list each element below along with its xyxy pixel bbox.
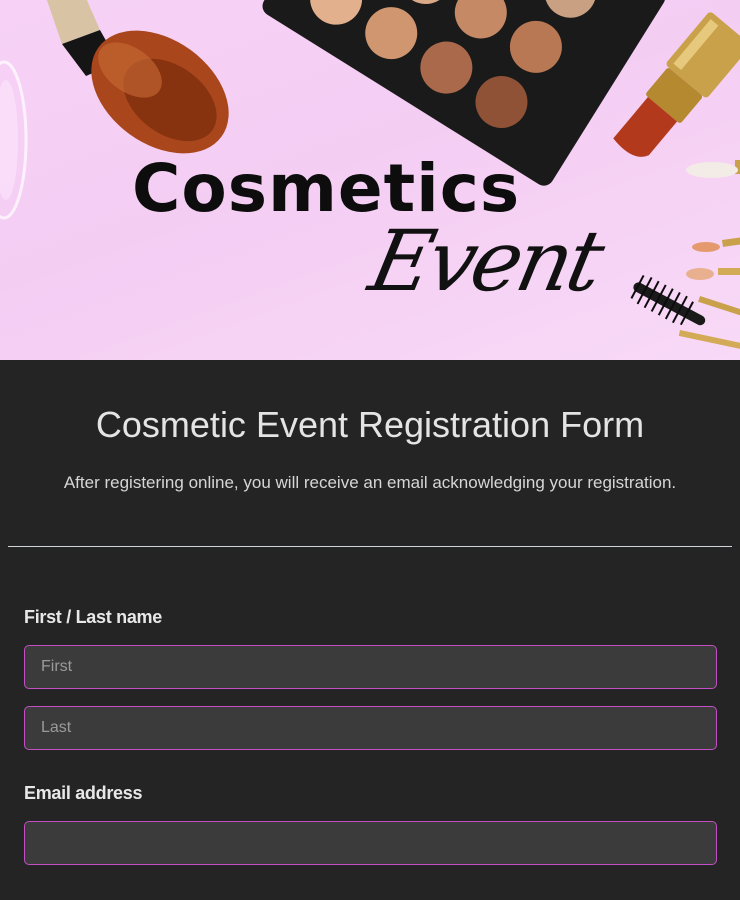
first-name-input[interactable] [24, 645, 717, 689]
section-divider [8, 546, 732, 547]
mascara-wand [630, 274, 706, 326]
glass-dish [0, 60, 28, 220]
small-brushes [678, 160, 740, 351]
email-input[interactable] [24, 821, 717, 865]
form-title: Cosmetic Event Registration Form [95, 404, 645, 445]
form-subtitle: After registering online, you will recei… [63, 473, 677, 492]
header-banner: Cosmetics Event [0, 0, 740, 360]
name-field-label: First / Last name [24, 607, 162, 627]
last-name-input[interactable] [24, 706, 717, 750]
banner-script-word: Event [361, 212, 609, 310]
registration-form: Cosmetic Event Registration Form After r… [0, 360, 740, 900]
email-field-label: Email address [24, 783, 143, 803]
